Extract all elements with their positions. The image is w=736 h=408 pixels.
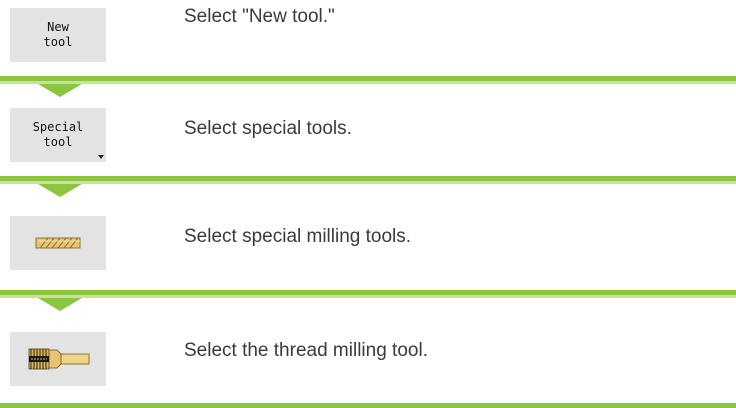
special-tool-softkey-label: Special tool bbox=[32, 120, 84, 149]
special-milling-tools-icon bbox=[35, 237, 81, 249]
step-divider-shade bbox=[0, 81, 736, 84]
thread-milling-tool-icon bbox=[28, 348, 90, 370]
step-divider-shade bbox=[0, 295, 736, 298]
step-arrow-icon bbox=[38, 84, 82, 97]
new-tool-softkey-label: New tool bbox=[43, 20, 73, 49]
step-3-description: Select special milling tools. bbox=[184, 226, 412, 247]
dropdown-arrow-icon bbox=[98, 155, 104, 159]
step-divider-shade bbox=[0, 181, 736, 184]
special-tool-softkey[interactable]: Special tool bbox=[10, 108, 106, 162]
step-4-description: Select the thread milling tool. bbox=[184, 340, 428, 361]
step-2-description: Select special tools. bbox=[184, 118, 352, 139]
step-1-description: Select "New tool." bbox=[184, 6, 335, 27]
step-divider bbox=[0, 403, 736, 408]
step-arrow-icon bbox=[38, 298, 82, 311]
special-milling-tools-softkey[interactable] bbox=[10, 216, 106, 270]
new-tool-softkey[interactable]: New tool bbox=[10, 8, 106, 62]
thread-milling-tool-softkey[interactable] bbox=[10, 332, 106, 386]
step-arrow-icon bbox=[38, 184, 82, 197]
